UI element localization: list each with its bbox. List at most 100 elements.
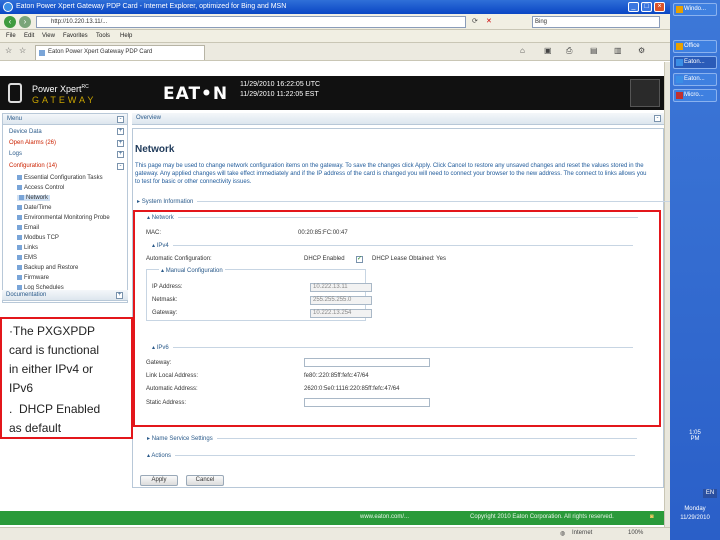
safety-menu-icon[interactable]: ▥ [614, 46, 622, 55]
network-icon [19, 195, 24, 200]
task-5[interactable]: Micro... [673, 89, 717, 102]
callout-line-1: ·The PXGXPDP [9, 324, 96, 338]
collapse-menu-icon[interactable]: - [117, 116, 124, 123]
tree-backup-restore[interactable]: Backup and Restore [17, 265, 78, 271]
collapse-overview-icon[interactable]: - [654, 115, 661, 122]
tree-essential-config[interactable]: Essential Configuration Tasks [17, 175, 103, 181]
callout-line-2: card is functional [9, 343, 100, 357]
system-information-section[interactable]: ▸ System Information [137, 198, 678, 205]
footer-copyright: Copyright 2010 Eaton Corporation. All ri… [470, 514, 614, 520]
ups-product-image [630, 79, 660, 107]
actions-section[interactable]: ▴ Actions [147, 452, 636, 459]
tray-clock[interactable]: 1:05 PM [670, 430, 720, 442]
maximize-button[interactable]: □ [641, 2, 652, 12]
highlight-box [133, 210, 661, 427]
product-name: Power XpertRC [32, 84, 89, 94]
cancel-button[interactable]: Cancel [186, 475, 224, 486]
home-icon[interactable]: ⌂ [520, 46, 525, 55]
menu-file[interactable]: File [6, 33, 16, 39]
menu-view[interactable]: View [42, 33, 55, 39]
task-4[interactable]: Eaton... [673, 73, 717, 86]
email-icon [17, 225, 22, 230]
status-bar: ◍ Internet 100% [0, 527, 670, 540]
tree-date-time[interactable]: Date/Time [17, 205, 51, 211]
name-service-section[interactable]: ▸ Name Service Settings [147, 435, 637, 442]
tray-date: 11/29/2010 [680, 515, 710, 521]
task-2[interactable]: Office [673, 40, 717, 53]
tree-env-probe[interactable]: Environmental Monitoring Probe [17, 215, 110, 221]
language-indicator[interactable]: EN [703, 489, 717, 498]
nav-logs[interactable]: Logs [9, 151, 22, 157]
gateway-header [0, 76, 664, 110]
address-toolbar: ‹ › http://10.220.13.11/... ⟳ ✕ Bing [0, 14, 670, 30]
search-input[interactable]: Bing [532, 16, 660, 28]
tray-day: Monday [684, 506, 706, 512]
documentation-panel[interactable]: Documentation [2, 290, 128, 301]
tree-network[interactable]: Network [17, 195, 51, 202]
page-menu-icon[interactable]: ▤ [590, 46, 598, 55]
expand-logs-icon[interactable]: + [117, 151, 124, 158]
clock-utc: 11/29/2010 16:22:05 UTC [240, 81, 321, 88]
page-footer: www.eaton.com/... Copyright 2010 Eaton C… [0, 511, 664, 525]
page-favicon [39, 50, 45, 56]
ie-task-icon [676, 59, 683, 66]
refresh-icon[interactable]: ⟳ [472, 17, 478, 25]
office-icon [676, 92, 683, 99]
backup-icon [17, 265, 22, 270]
menu-edit[interactable]: Edit [24, 33, 34, 39]
back-icon[interactable]: ‹ [4, 16, 16, 28]
tree-ems[interactable]: EMS [17, 255, 37, 261]
favorites-star-icon[interactable]: ☆ [5, 46, 12, 55]
expand-alarms-icon[interactable]: + [117, 140, 124, 147]
callout-line-3: in either IPv4 or [9, 362, 94, 376]
task-3[interactable]: Eaton... [673, 56, 717, 69]
print-icon[interactable]: ⎙ [566, 46, 572, 56]
tree-links[interactable]: Links [17, 245, 38, 251]
tree-firmware[interactable]: Firmware [17, 275, 49, 281]
minimize-button[interactable]: _ [628, 2, 639, 12]
annotation-callout: ·The PXGXPDP card is functional in eithe… [0, 317, 133, 439]
apply-button[interactable]: Apply [140, 475, 178, 486]
tree-access-control[interactable]: Access Control [17, 185, 64, 191]
tree-email[interactable]: Email [17, 225, 39, 231]
nav-configuration[interactable]: Configuration (14) [9, 163, 57, 169]
lock-icon [17, 185, 22, 190]
clock-local: 11/29/2010 11:22:05 EST [240, 91, 319, 98]
globe-icon: ◍ [560, 531, 566, 537]
ie-icon [3, 2, 13, 12]
nav-device-data[interactable]: Device Data [9, 129, 42, 135]
close-button[interactable]: × [654, 2, 665, 12]
footer-link[interactable]: www.eaton.com/... [360, 514, 409, 520]
eaton-logo: EAT•N [163, 84, 229, 104]
window-title: Eaton Power Xpert Gateway PDP Card - Int… [16, 3, 287, 10]
tree-modbus[interactable]: Modbus TCP [17, 235, 59, 241]
forward-icon[interactable]: › [19, 16, 31, 28]
title-bar: Eaton Power Xpert Gateway PDP Card - Int… [0, 0, 670, 14]
menu-help[interactable]: Help [120, 33, 132, 39]
menu-tools[interactable]: Tools [96, 33, 110, 39]
menu-bar: File Edit View Favorites Tools Help [0, 30, 670, 43]
tab-bar: ☆ ☆ Eaton Power Xpert Gateway PDP Card ⌂… [0, 43, 670, 61]
collapse-configuration-icon[interactable]: - [117, 163, 124, 170]
page-title: Network [135, 144, 175, 155]
stop-icon[interactable]: ✕ [486, 17, 492, 25]
probe-icon [17, 215, 22, 220]
feeds-icon[interactable]: ▣ [544, 46, 552, 55]
menu-favorites[interactable]: Favorites [63, 33, 88, 39]
window-icon [676, 6, 683, 13]
clock-icon [17, 205, 22, 210]
rss-icon[interactable]: ◙ [650, 514, 654, 520]
power-xpert-logo-icon [8, 83, 22, 103]
nav-open-alarms[interactable]: Open Alarms (26) [9, 140, 56, 146]
address-input[interactable]: http://10.220.13.11/... [36, 16, 466, 28]
browser-tab[interactable]: Eaton Power Xpert Gateway PDP Card [35, 45, 205, 60]
add-favorites-icon[interactable]: ☆ [19, 46, 26, 55]
expand-device-data-icon[interactable]: + [117, 128, 124, 135]
expand-documentation-icon[interactable]: + [116, 292, 123, 299]
zoom-level[interactable]: 100% [628, 530, 643, 536]
tools-menu-icon[interactable]: ⚙ [638, 46, 645, 55]
overview-header: Overview [132, 113, 664, 125]
zone-label: Internet [572, 530, 593, 536]
screen: Eaton Power Xpert Gateway PDP Card - Int… [0, 0, 720, 540]
task-1[interactable]: Windo... [673, 3, 717, 16]
